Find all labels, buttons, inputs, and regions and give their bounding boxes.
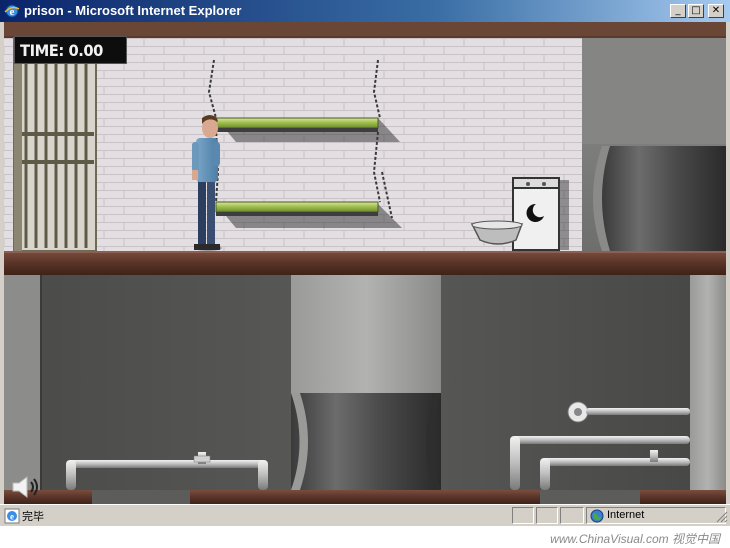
watermark-text: www.ChinaVisual.com 视觉中国 <box>550 532 720 546</box>
upper-right-structure <box>582 38 726 251</box>
ceiling-beam <box>4 22 726 36</box>
timer-text: TIME: 0.00 <box>20 41 103 60</box>
cell-door[interactable] <box>13 37 97 252</box>
ie-icon: e <box>4 4 20 18</box>
floor-drain-right <box>540 490 640 504</box>
sound-toggle-button[interactable] <box>10 474 42 500</box>
status-pane-3 <box>560 507 584 524</box>
watermark-strip: www.ChinaVisual.com 视觉中国 <box>0 526 730 548</box>
zone-text: Internet <box>607 509 645 521</box>
svg-text:e: e <box>10 512 14 522</box>
lower-center-pillar <box>291 275 441 490</box>
status-pane-1 <box>512 507 534 524</box>
game-scene[interactable] <box>4 22 726 504</box>
minimize-button[interactable]: _ <box>670 4 686 18</box>
security-zone-pane[interactable]: Internet <box>586 507 726 524</box>
resize-grip-icon[interactable] <box>716 511 728 523</box>
floor-drain-left <box>92 490 190 504</box>
close-button[interactable]: ✕ <box>708 4 724 18</box>
status-pane-2 <box>536 507 558 524</box>
window-titlebar[interactable]: e prison - Microsoft Internet Explorer _… <box>0 0 730 22</box>
browser-content: TIME: 0.00 <box>4 22 726 504</box>
lower-right-pillar <box>690 275 726 490</box>
internet-globe-icon <box>590 509 604 523</box>
maximize-button[interactable]: □ <box>688 4 704 18</box>
status-bar: e 完毕 Internet <box>0 504 730 526</box>
timer-display: TIME: 0.00 <box>14 36 127 64</box>
speaker-icon <box>12 476 38 498</box>
cell-floor <box>4 251 726 275</box>
page-done-icon: e <box>4 508 20 524</box>
window-title: prison - Microsoft Internet Explorer <box>24 3 242 18</box>
status-text: 完毕 <box>22 510 44 523</box>
